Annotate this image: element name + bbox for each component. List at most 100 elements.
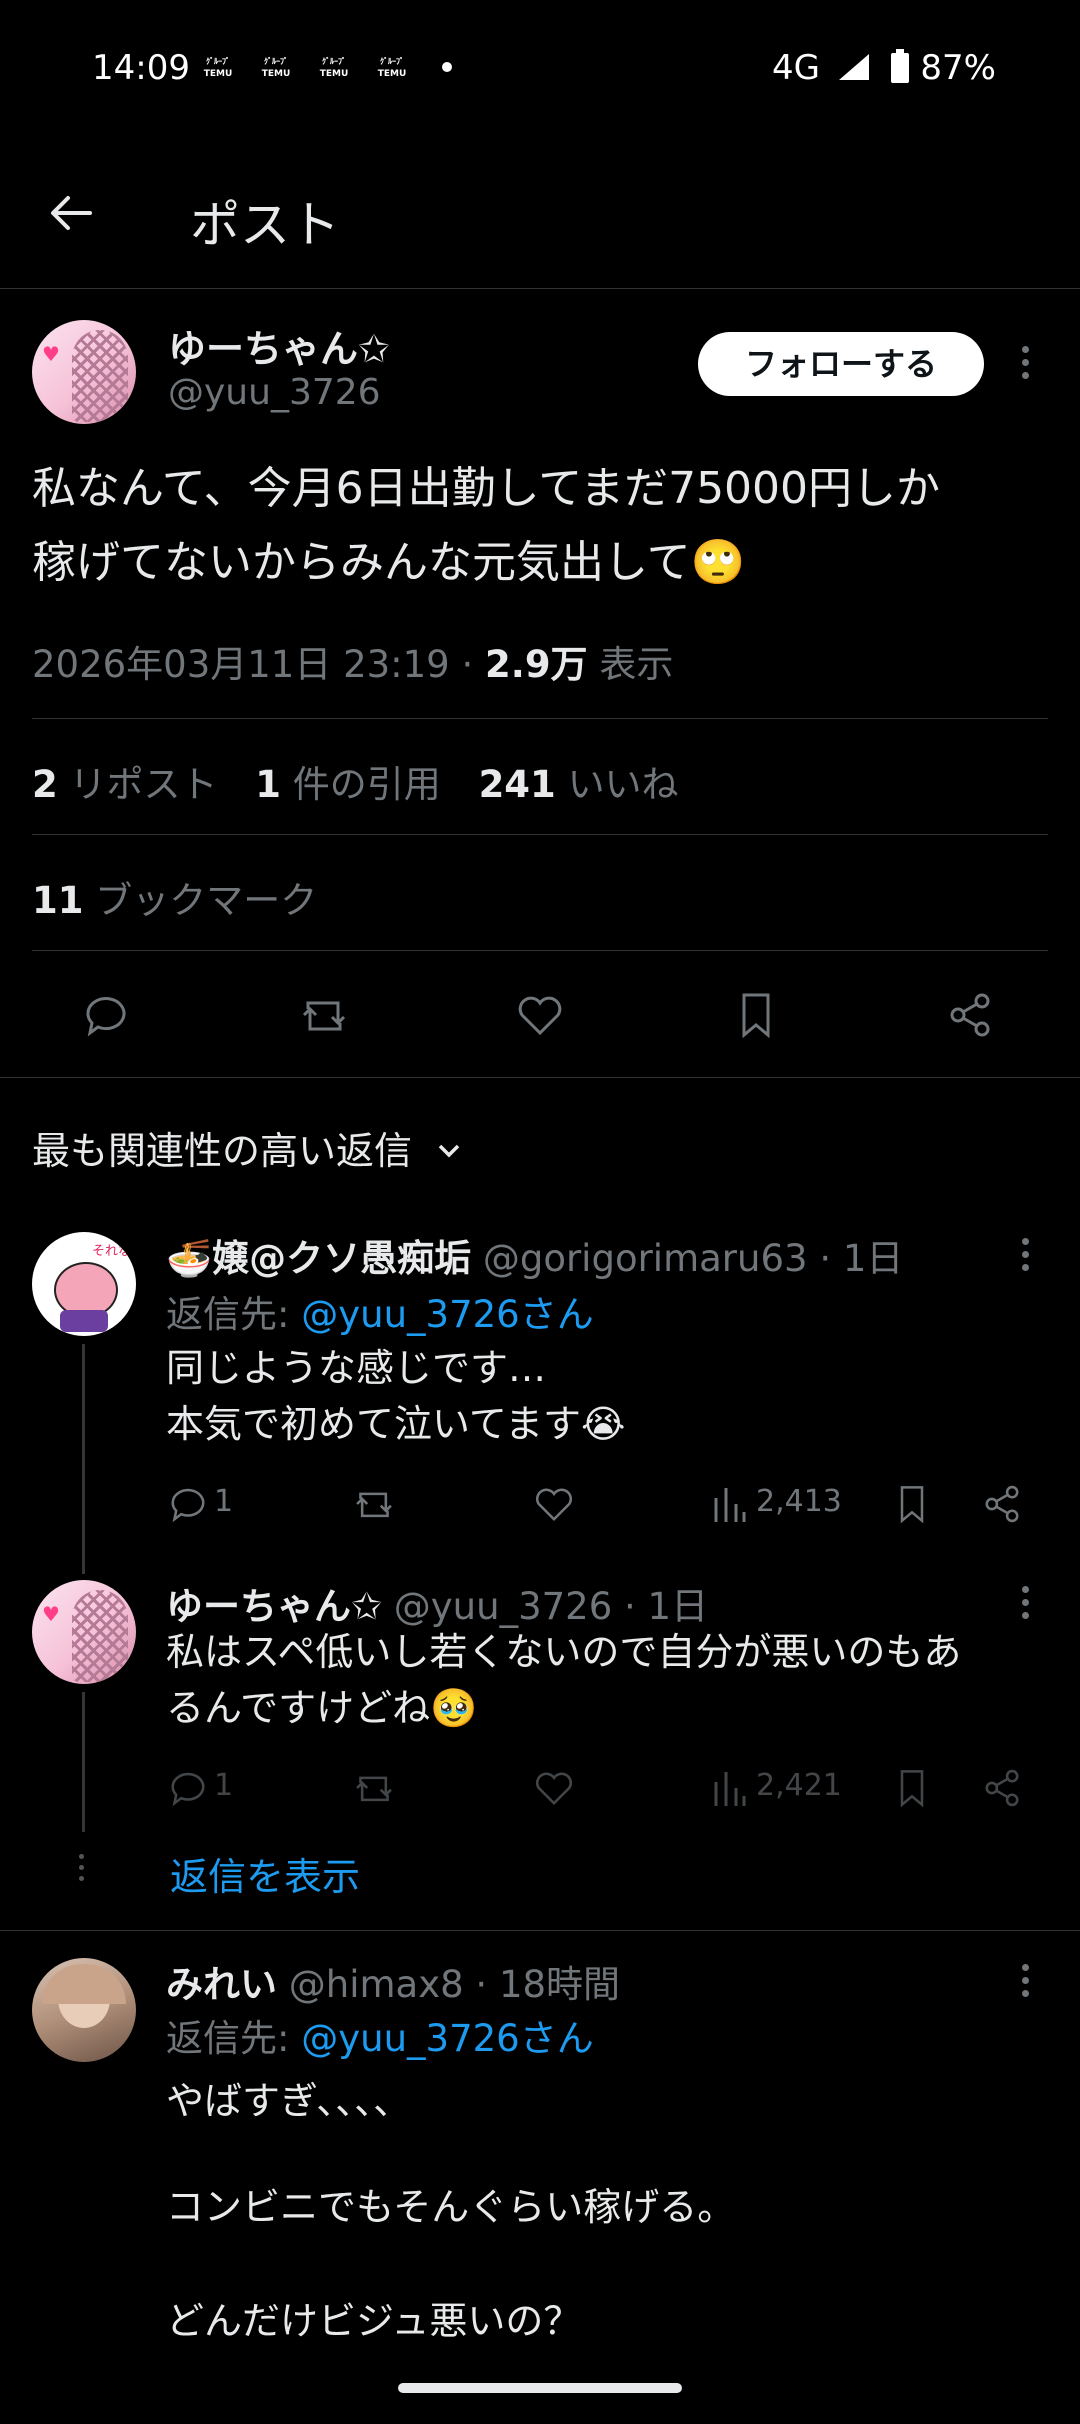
reply-author-name[interactable]: 🍜嬢@クソ愚痴垢 xyxy=(166,1237,471,1280)
repost-icon[interactable] xyxy=(350,1482,398,1526)
reply-text-line: どんだけビジュ悪いの？ xyxy=(166,2299,582,2343)
divider xyxy=(32,718,1048,719)
battery-label: 87% xyxy=(920,48,996,88)
thread-dots-icon xyxy=(78,1854,86,1881)
like-icon[interactable] xyxy=(532,1482,576,1526)
more-options-icon[interactable] xyxy=(1022,1238,1032,1277)
reply-author-name[interactable]: ゆーちゃん✩ xyxy=(166,1585,382,1628)
more-options-icon[interactable] xyxy=(1022,346,1032,385)
heart-decoration-icon: ♥ xyxy=(42,1602,60,1626)
status-time: 14:09 xyxy=(92,48,190,88)
reply-header: ゆーちゃん✩ @yuu_3726 · 1日 xyxy=(166,1576,708,1630)
like-icon[interactable] xyxy=(514,989,566,1041)
reply-header: みれい @himax8 · 18時間 xyxy=(166,1954,620,2008)
reply-text-line: コンビニでもそんぐらい稼げる。 xyxy=(166,2185,736,2229)
reply-icon[interactable] xyxy=(166,1766,210,1810)
divider xyxy=(32,950,1048,951)
notification-dot-icon xyxy=(442,62,452,72)
bookmark-icon[interactable] xyxy=(732,989,780,1041)
show-replies-link[interactable]: 返信を表示 xyxy=(170,1846,360,1901)
thread-line xyxy=(82,1344,85,1574)
bookmark-icon[interactable] xyxy=(892,1482,932,1526)
back-button[interactable] xyxy=(46,188,102,244)
reply-action-bar: 1 2,413 xyxy=(0,1478,1080,1528)
divider xyxy=(0,1077,1080,1078)
post-text: 私なんて、今月6日出勤してまだ75000円しか 稼げてないからみんな元気出して🙄 xyxy=(32,452,1062,600)
divider xyxy=(0,1930,1080,1931)
bookmarks-stat[interactable]: 11 ブックマーク xyxy=(32,870,317,924)
reply-text: 私はスペ低いし若くないので自分が悪いのもあ るんですけどね🥹 xyxy=(166,1630,962,1730)
reply-author-handle[interactable]: @gorigorimaru63 xyxy=(483,1237,808,1280)
reply-author-handle[interactable]: @himax8 xyxy=(289,1963,464,2006)
avatar[interactable]: ♥ xyxy=(32,320,136,424)
share-icon[interactable] xyxy=(980,1482,1024,1526)
chevron-down-icon xyxy=(438,1144,460,1158)
reply-time: · 1日 xyxy=(624,1585,709,1628)
reply-to-link[interactable]: @yuu_3726さん xyxy=(301,1293,593,1336)
heart-decoration-icon: ♥ xyxy=(42,342,60,366)
reply-views: 2,413 xyxy=(756,1484,842,1519)
reply-text: 同じような感じです… 本気で初めて泣いてます😭 xyxy=(166,1346,626,1446)
post-meta: 2026年03月11日 23:19 · 2.9万 表示 xyxy=(32,634,673,688)
post-views-count: 2.9万 xyxy=(485,643,588,686)
divider xyxy=(32,834,1048,835)
reply-icon[interactable] xyxy=(166,1482,210,1526)
replies-sort-label: 最も関連性の高い返信 xyxy=(32,1129,413,1173)
likes-stat[interactable]: 241 いいね xyxy=(479,763,679,806)
repost-icon[interactable] xyxy=(350,1766,398,1810)
battery-icon xyxy=(890,49,909,83)
bookmark-icon[interactable] xyxy=(892,1766,932,1810)
avatar[interactable]: それな xyxy=(32,1232,136,1336)
signal-icon xyxy=(838,54,869,80)
more-options-icon[interactable] xyxy=(1022,1586,1032,1625)
post-action-bar xyxy=(0,985,1080,1045)
reply-time: · 18時間 xyxy=(475,1963,621,2006)
quotes-stat[interactable]: 1 件の引用 xyxy=(255,763,441,806)
reposts-stat[interactable]: 2 リポスト xyxy=(32,763,218,806)
avatar[interactable] xyxy=(32,1958,136,2062)
home-indicator[interactable] xyxy=(398,2383,682,2393)
replies-sort-dropdown[interactable]: 最も関連性の高い返信 xyxy=(32,1120,464,1175)
follow-button[interactable]: フォローする xyxy=(698,332,984,396)
post-author-name[interactable]: ゆーちゃん✩ xyxy=(168,318,390,373)
reply-header: 🍜嬢@クソ愚痴垢 @gorigorimaru63 · 1日 xyxy=(166,1228,903,1282)
like-icon[interactable] xyxy=(532,1766,576,1810)
post-author-handle[interactable]: @yuu_3726 xyxy=(168,372,381,413)
post-timestamp: 2026年03月11日 23:19 · xyxy=(32,643,474,686)
avatar[interactable]: ♥ xyxy=(32,1580,136,1684)
status-bar: 14:09 ｸﾞﾙｰﾌﾟ TEMU ｸﾞﾙｰﾌﾟ TEMU ｸﾞﾙｰﾌﾟ TEMU ｸ… xyxy=(0,0,1080,140)
status-right: 4G 87% xyxy=(772,48,996,88)
reply-author-handle[interactable]: @yuu_3726 xyxy=(394,1585,612,1628)
reply-to: 返信先: @yuu_3726さん xyxy=(166,1293,594,1336)
views-icon[interactable] xyxy=(712,1768,748,1808)
reply-views: 2,421 xyxy=(756,1768,842,1803)
avatar-image xyxy=(72,330,128,422)
reply-text-line: やばすぎ、、、、 xyxy=(166,2079,412,2123)
temu-notification-icon: ｸﾞﾙｰﾌﾟ TEMU xyxy=(377,57,407,79)
reply-author-name[interactable]: みれい xyxy=(166,1963,277,2006)
reply-count: 1 xyxy=(214,1484,234,1519)
post-stats: 2 リポスト 1 件の引用 241 いいね xyxy=(32,754,679,808)
share-icon[interactable] xyxy=(944,989,996,1041)
more-options-icon[interactable] xyxy=(1022,1964,1032,2003)
reply-icon[interactable] xyxy=(80,989,132,1041)
reply-to: 返信先: @yuu_3726さん xyxy=(166,2017,594,2060)
avatar-image xyxy=(72,1590,128,1682)
post-text-line: 稼げてないからみんな元気出して🙄 xyxy=(32,537,746,588)
views-icon[interactable] xyxy=(712,1484,748,1524)
post-views-label: 表示 xyxy=(599,643,674,686)
back-arrow-icon xyxy=(51,196,92,230)
share-icon[interactable] xyxy=(980,1766,1024,1810)
temu-notification-icon: ｸﾞﾙｰﾌﾟ TEMU xyxy=(261,57,291,79)
header-divider xyxy=(0,288,1080,289)
reply-count: 1 xyxy=(214,1768,234,1803)
repost-icon[interactable] xyxy=(296,989,352,1041)
temu-notification-icon: ｸﾞﾙｰﾌﾟ TEMU xyxy=(203,57,233,79)
page-title: ポスト xyxy=(190,196,340,254)
post-text-line: 私なんて、今月6日出勤してまだ75000円しか xyxy=(32,463,941,514)
reply-to-link[interactable]: @yuu_3726さん xyxy=(301,2017,593,2060)
reply-action-bar: 1 2,421 xyxy=(0,1762,1080,1812)
network-label: 4G xyxy=(772,48,820,88)
reply-time: · 1日 xyxy=(819,1237,904,1280)
temu-notification-icon: ｸﾞﾙｰﾌﾟ TEMU xyxy=(319,57,349,79)
